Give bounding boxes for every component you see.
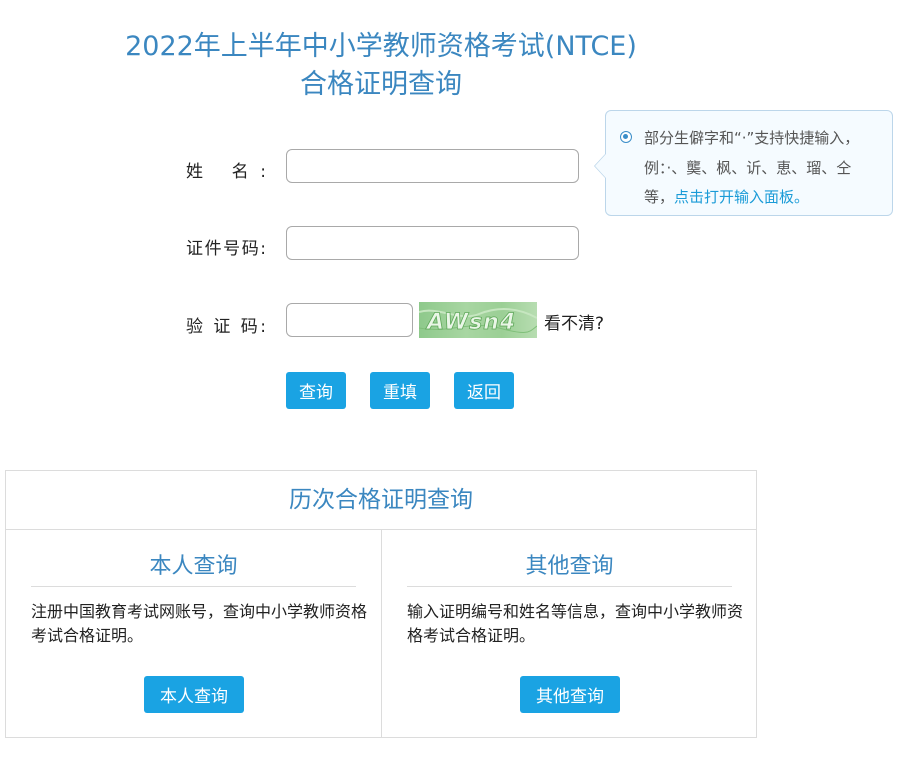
other-query-section: 其他查询 输入证明编号和姓名等信息，查询中小学教师资格考试合格证明。 其他查询: [382, 530, 757, 738]
self-query-button[interactable]: 本人查询: [144, 676, 244, 713]
history-title: 历次合格证明查询: [6, 471, 756, 530]
page-title-line2: 合格证明查询: [300, 69, 462, 100]
captcha-image[interactable]: AWsn4: [419, 302, 537, 338]
tip-text: 部分生僻字和“·”支持快捷输入，例：·、龑、枫、䜣、恵、瑠、仝等，点击打开输入面…: [644, 124, 880, 213]
captcha-refresh-link[interactable]: 看不清?: [544, 309, 604, 334]
reset-button[interactable]: 重填: [370, 372, 430, 409]
self-query-section: 本人查询 注册中国教育考试网账号，查询中小学教师资格考试合格证明。 本人查询: [6, 530, 382, 738]
name-input[interactable]: [286, 149, 579, 183]
rare-char-tip: 部分生僻字和“·”支持快捷输入，例：·、龑、枫、䜣、恵、瑠、仝等，点击打开输入面…: [594, 110, 893, 216]
other-query-button[interactable]: 其他查询: [520, 676, 620, 713]
other-query-description: 输入证明编号和姓名等信息，查询中小学教师资格考试合格证明。: [407, 602, 744, 645]
self-query-description: 注册中国教育考试网账号，查询中小学教师资格考试合格证明。: [31, 602, 368, 645]
captcha-text: AWsn4: [425, 310, 516, 335]
self-query-title: 本人查询: [31, 548, 356, 587]
query-button[interactable]: 查询: [286, 372, 346, 409]
tip-arrow: [594, 153, 606, 179]
history-query-panel: 历次合格证明查询 本人查询 注册中国教育考试网账号，查询中小学教师资格考试合格证…: [5, 470, 757, 738]
name-label: 姓 名:: [186, 162, 266, 182]
captcha-graphic: AWsn4: [419, 308, 537, 335]
other-query-title: 其他查询: [407, 548, 732, 587]
captcha-label: 验 证 码:: [186, 317, 266, 337]
id-number-label: 证件号码:: [186, 239, 266, 259]
captcha-input[interactable]: [286, 303, 413, 337]
radio-icon: [620, 131, 632, 143]
open-input-panel-link[interactable]: 点击打开输入面板。: [674, 188, 809, 206]
back-button[interactable]: 返回: [454, 372, 514, 409]
id-number-input[interactable]: [286, 226, 579, 260]
page-title: 2022年上半年中小学教师资格考试(NTCE) 合格证明查询: [0, 28, 762, 104]
page-title-line1: 2022年上半年中小学教师资格考试(NTCE): [125, 31, 637, 62]
